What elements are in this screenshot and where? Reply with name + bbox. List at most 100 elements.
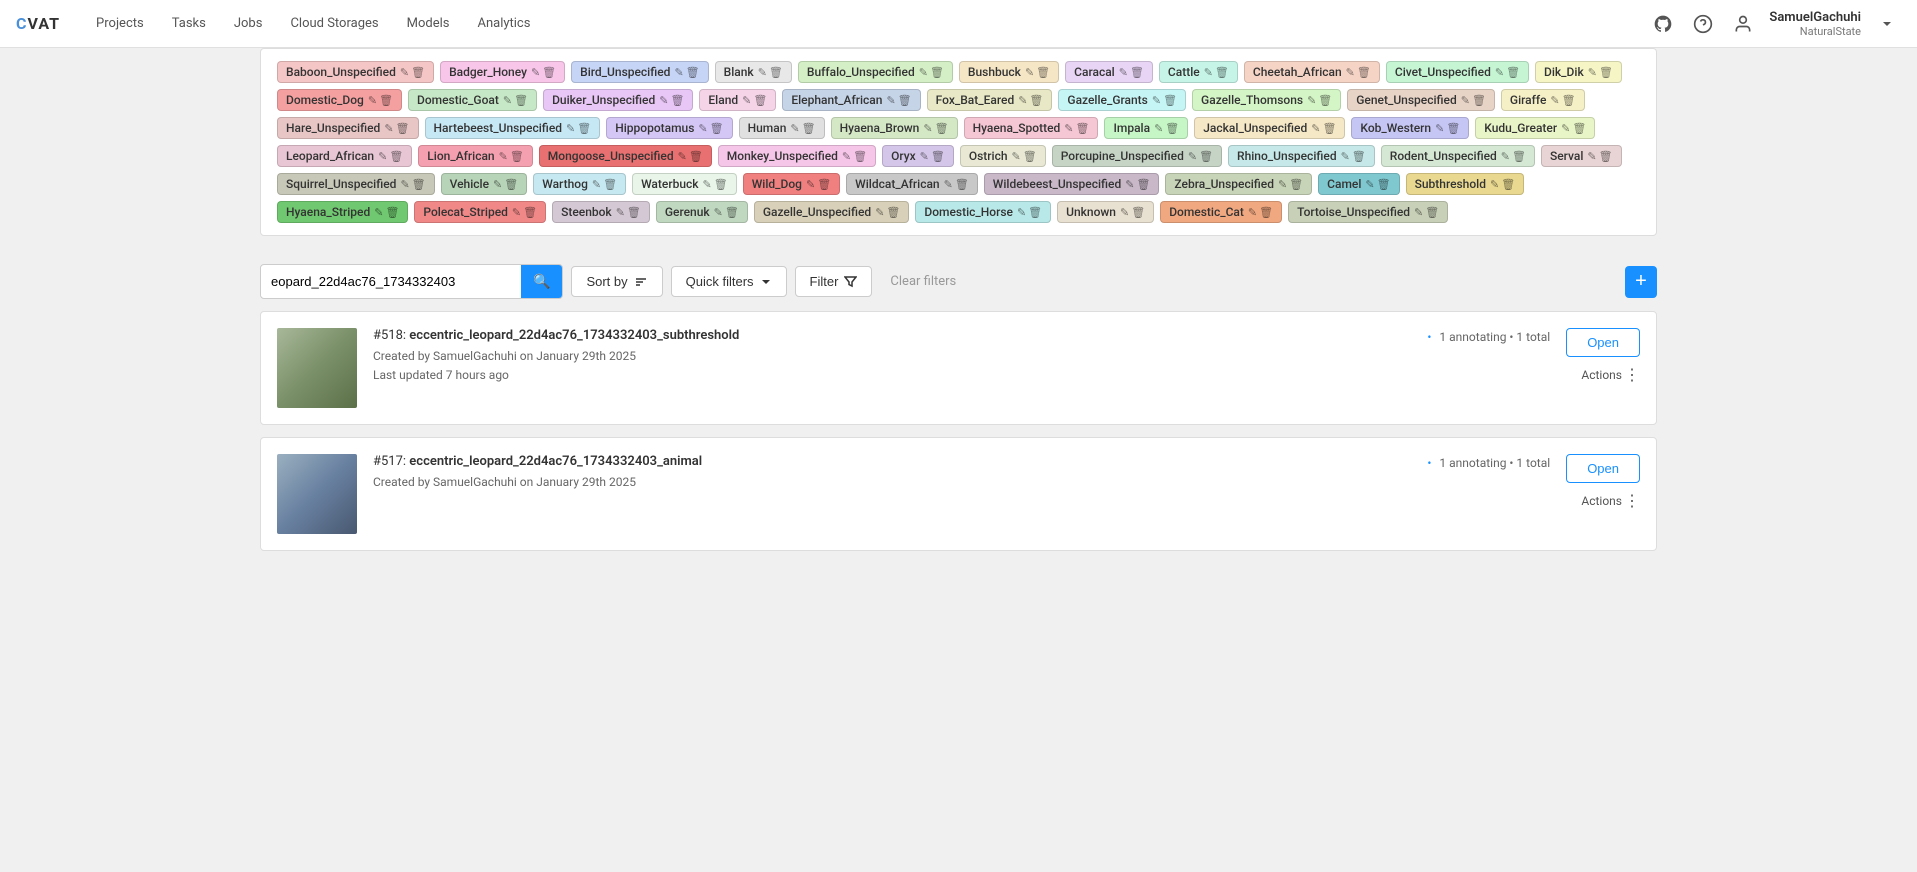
delete-icon[interactable]: 🗑 (802, 122, 816, 135)
delete-icon[interactable]: 🗑 (714, 178, 728, 191)
edit-icon[interactable]: ✎ (493, 178, 502, 191)
edit-icon[interactable]: ✎ (499, 150, 508, 163)
delete-icon[interactable]: 🗑 (1023, 150, 1037, 163)
edit-icon[interactable]: ✎ (659, 94, 668, 107)
edit-icon[interactable]: ✎ (1125, 178, 1134, 191)
delete-icon[interactable]: 🗑 (1165, 122, 1179, 135)
nav-models[interactable]: Models (395, 10, 462, 37)
delete-icon[interactable]: 🗑 (412, 178, 426, 191)
edit-icon[interactable]: ✎ (1495, 66, 1504, 79)
delete-icon[interactable]: 🗑 (886, 206, 900, 219)
delete-icon[interactable]: 🗑 (1076, 122, 1090, 135)
delete-icon[interactable]: 🗑 (1130, 66, 1144, 79)
github-icon[interactable] (1649, 10, 1677, 38)
delete-icon[interactable]: 🗑 (931, 150, 945, 163)
edit-icon[interactable]: ✎ (1311, 122, 1320, 135)
edit-icon[interactable]: ✎ (1365, 178, 1374, 191)
edit-icon[interactable]: ✎ (1188, 150, 1197, 163)
edit-icon[interactable]: ✎ (1154, 122, 1163, 135)
edit-icon[interactable]: ✎ (678, 150, 687, 163)
delete-icon[interactable]: 🗑 (1199, 150, 1213, 163)
edit-icon[interactable]: ✎ (920, 150, 929, 163)
delete-icon[interactable]: 🗑 (955, 178, 969, 191)
edit-icon[interactable]: ✎ (790, 122, 799, 135)
edit-icon[interactable]: ✎ (674, 66, 683, 79)
delete-icon[interactable]: 🗑 (1501, 178, 1515, 191)
delete-icon[interactable]: 🗑 (1562, 94, 1576, 107)
edit-icon[interactable]: ✎ (1017, 206, 1026, 219)
delete-icon[interactable]: 🗑 (1599, 66, 1613, 79)
edit-icon[interactable]: ✎ (1119, 66, 1128, 79)
open-button[interactable]: Open (1566, 454, 1640, 483)
delete-icon[interactable]: 🗑 (930, 66, 944, 79)
delete-icon[interactable]: 🗑 (504, 178, 518, 191)
delete-icon[interactable]: 🗑 (1215, 66, 1229, 79)
delete-icon[interactable]: 🗑 (1131, 206, 1145, 219)
edit-icon[interactable]: ✎ (1461, 94, 1470, 107)
edit-icon[interactable]: ✎ (1346, 66, 1355, 79)
delete-icon[interactable]: 🗑 (1472, 94, 1486, 107)
edit-icon[interactable]: ✎ (923, 122, 932, 135)
edit-icon[interactable]: ✎ (1064, 122, 1073, 135)
edit-icon[interactable]: ✎ (503, 94, 512, 107)
edit-icon[interactable]: ✎ (1341, 150, 1350, 163)
edit-icon[interactable]: ✎ (1587, 150, 1596, 163)
user-icon[interactable] (1729, 10, 1757, 38)
edit-icon[interactable]: ✎ (1120, 206, 1129, 219)
edit-icon[interactable]: ✎ (842, 150, 851, 163)
delete-icon[interactable]: 🗑 (1036, 66, 1050, 79)
delete-icon[interactable]: 🗑 (689, 150, 703, 163)
delete-icon[interactable]: 🗑 (725, 206, 739, 219)
delete-icon[interactable]: 🗑 (1322, 122, 1336, 135)
edit-icon[interactable]: ✎ (378, 150, 387, 163)
edit-icon[interactable]: ✎ (919, 66, 928, 79)
delete-icon[interactable]: 🗑 (753, 94, 767, 107)
delete-icon[interactable]: 🗑 (686, 66, 700, 79)
edit-icon[interactable]: ✎ (1278, 178, 1287, 191)
edit-icon[interactable]: ✎ (1152, 94, 1161, 107)
edit-icon[interactable]: ✎ (698, 122, 707, 135)
nav-tasks[interactable]: Tasks (160, 10, 218, 37)
delete-icon[interactable]: 🗑 (853, 150, 867, 163)
delete-icon[interactable]: 🗑 (898, 94, 912, 107)
nav-jobs[interactable]: Jobs (222, 10, 275, 37)
delete-icon[interactable]: 🗑 (670, 94, 684, 107)
delete-icon[interactable]: 🗑 (1318, 94, 1332, 107)
delete-icon[interactable]: 🗑 (542, 66, 556, 79)
edit-icon[interactable]: ✎ (384, 122, 393, 135)
edit-icon[interactable]: ✎ (758, 66, 767, 79)
delete-icon[interactable]: 🗑 (1163, 94, 1177, 107)
edit-icon[interactable]: ✎ (592, 178, 601, 191)
edit-icon[interactable]: ✎ (374, 206, 383, 219)
open-button[interactable]: Open (1566, 328, 1640, 357)
nav-analytics[interactable]: Analytics (465, 10, 542, 37)
edit-icon[interactable]: ✎ (616, 206, 625, 219)
add-button[interactable]: + (1625, 266, 1657, 298)
edit-icon[interactable]: ✎ (1025, 66, 1034, 79)
edit-icon[interactable]: ✎ (742, 94, 751, 107)
delete-icon[interactable]: 🗑 (396, 122, 410, 135)
edit-icon[interactable]: ✎ (566, 122, 575, 135)
filter-button[interactable]: Filter (795, 266, 873, 297)
delete-icon[interactable]: 🗑 (1377, 178, 1391, 191)
edit-icon[interactable]: ✎ (1307, 94, 1316, 107)
edit-icon[interactable]: ✎ (1435, 122, 1444, 135)
edit-icon[interactable]: ✎ (512, 206, 521, 219)
delete-icon[interactable]: 🗑 (769, 66, 783, 79)
delete-icon[interactable]: 🗑 (1599, 150, 1613, 163)
edit-icon[interactable]: ✎ (714, 206, 723, 219)
edit-icon[interactable]: ✎ (1414, 206, 1423, 219)
edit-icon[interactable]: ✎ (944, 178, 953, 191)
delete-icon[interactable]: 🗑 (1259, 206, 1273, 219)
edit-icon[interactable]: ✎ (1588, 66, 1597, 79)
edit-icon[interactable]: ✎ (1018, 94, 1027, 107)
delete-icon[interactable]: 🗑 (389, 150, 403, 163)
edit-icon[interactable]: ✎ (703, 178, 712, 191)
delete-icon[interactable]: 🗑 (411, 66, 425, 79)
edit-icon[interactable]: ✎ (1204, 66, 1213, 79)
edit-icon[interactable]: ✎ (400, 178, 409, 191)
help-icon[interactable] (1689, 10, 1717, 38)
delete-icon[interactable]: 🗑 (1446, 122, 1460, 135)
delete-icon[interactable]: 🗑 (1289, 178, 1303, 191)
dropdown-icon[interactable] (1873, 10, 1901, 38)
